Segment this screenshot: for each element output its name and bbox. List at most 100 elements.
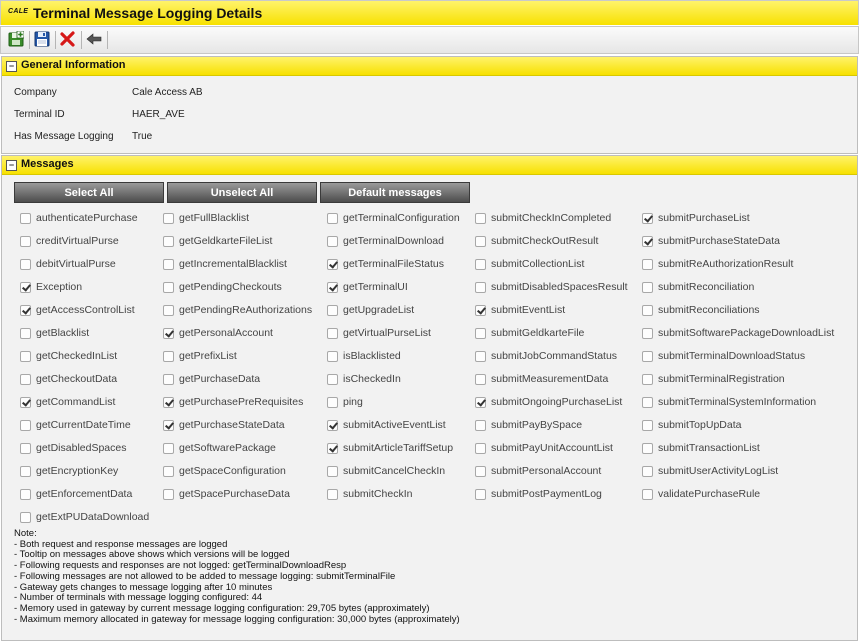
collapse-icon[interactable]: − — [6, 61, 17, 72]
message-option[interactable]: submitTransactionList — [642, 440, 760, 456]
message-option[interactable]: submitTerminalRegistration — [642, 371, 785, 387]
message-checkbox[interactable] — [475, 465, 486, 477]
message-checkbox[interactable] — [475, 304, 486, 316]
message-option[interactable]: getCurrentDateTime — [20, 417, 131, 433]
message-checkbox[interactable] — [327, 281, 338, 293]
message-option[interactable]: getSpacePurchaseData — [163, 486, 290, 502]
message-option[interactable]: getEncryptionKey — [20, 463, 118, 479]
message-checkbox[interactable] — [642, 350, 653, 362]
message-checkbox[interactable] — [163, 373, 174, 385]
message-option[interactable]: getAccessControlList — [20, 302, 135, 318]
message-option[interactable]: submitTerminalSystemInformation — [642, 394, 816, 410]
message-checkbox[interactable] — [20, 419, 31, 431]
message-checkbox[interactable] — [20, 212, 31, 224]
message-option[interactable]: submitActiveEventList — [327, 417, 446, 433]
message-checkbox[interactable] — [163, 304, 174, 316]
message-checkbox[interactable] — [327, 350, 338, 362]
message-checkbox[interactable] — [642, 281, 653, 293]
message-checkbox[interactable] — [163, 235, 174, 247]
message-checkbox[interactable] — [327, 373, 338, 385]
message-option[interactable]: getExtPUDataDownload — [20, 509, 149, 525]
message-checkbox[interactable] — [163, 350, 174, 362]
message-option[interactable]: submitOngoingPurchaseList — [475, 394, 622, 410]
message-option[interactable]: submitReconciliation — [642, 279, 754, 295]
message-option[interactable]: submitCheckInCompleted — [475, 210, 611, 226]
message-checkbox[interactable] — [163, 442, 174, 454]
message-checkbox[interactable] — [642, 373, 653, 385]
message-option[interactable]: submitEventList — [475, 302, 565, 318]
message-checkbox[interactable] — [327, 465, 338, 477]
message-option[interactable]: submitPostPaymentLog — [475, 486, 602, 502]
message-checkbox[interactable] — [642, 304, 653, 316]
message-option[interactable]: submitArticleTariffSetup — [327, 440, 453, 456]
message-option[interactable]: getUpgradeList — [327, 302, 414, 318]
message-checkbox[interactable] — [20, 373, 31, 385]
message-option[interactable]: getPurchaseData — [163, 371, 260, 387]
message-checkbox[interactable] — [475, 327, 486, 339]
message-checkbox[interactable] — [20, 396, 31, 408]
message-checkbox[interactable] — [20, 235, 31, 247]
message-option[interactable]: submitCollectionList — [475, 256, 584, 272]
message-option[interactable]: getGeldkarteFileList — [163, 233, 272, 249]
messages-header[interactable]: − Messages — [2, 156, 857, 175]
message-checkbox[interactable] — [475, 373, 486, 385]
message-option[interactable]: submitUserActivityLogList — [642, 463, 778, 479]
message-option[interactable]: getFullBlacklist — [163, 210, 249, 226]
general-information-header[interactable]: − General Information — [2, 57, 857, 76]
select-all-button[interactable]: Select All — [14, 182, 164, 203]
message-option[interactable]: getPurchasePreRequisites — [163, 394, 303, 410]
message-option[interactable]: validatePurchaseRule — [642, 486, 760, 502]
message-option[interactable]: getCheckoutData — [20, 371, 117, 387]
collapse-icon[interactable]: − — [6, 160, 17, 171]
message-option[interactable]: submitPersonalAccount — [475, 463, 601, 479]
message-option[interactable]: getTerminalDownload — [327, 233, 444, 249]
message-option[interactable]: submitPurchaseStateData — [642, 233, 780, 249]
message-option[interactable]: submitPayUnitAccountList — [475, 440, 613, 456]
message-option[interactable]: isBlacklisted — [327, 348, 401, 364]
message-checkbox[interactable] — [475, 235, 486, 247]
message-option[interactable]: creditVirtualPurse — [20, 233, 119, 249]
message-checkbox[interactable] — [642, 465, 653, 477]
message-checkbox[interactable] — [642, 419, 653, 431]
message-checkbox[interactable] — [642, 442, 653, 454]
save-icon[interactable] — [33, 30, 51, 48]
message-option[interactable]: submitPurchaseList — [642, 210, 750, 226]
message-checkbox[interactable] — [642, 396, 653, 408]
message-checkbox[interactable] — [20, 350, 31, 362]
message-checkbox[interactable] — [327, 419, 338, 431]
message-option[interactable]: submitReconciliations — [642, 302, 760, 318]
message-checkbox[interactable] — [20, 511, 31, 523]
message-checkbox[interactable] — [475, 488, 486, 500]
message-option[interactable]: getSoftwarePackage — [163, 440, 276, 456]
message-option[interactable]: submitPayBySpace — [475, 417, 582, 433]
message-checkbox[interactable] — [327, 488, 338, 500]
message-checkbox[interactable] — [163, 465, 174, 477]
message-checkbox[interactable] — [475, 258, 486, 270]
message-option[interactable]: getPrefixList — [163, 348, 237, 364]
message-checkbox[interactable] — [163, 419, 174, 431]
message-checkbox[interactable] — [163, 488, 174, 500]
default-messages-button[interactable]: Default messages — [320, 182, 470, 203]
message-option[interactable]: getCommandList — [20, 394, 115, 410]
message-checkbox[interactable] — [475, 396, 486, 408]
message-option[interactable]: getPersonalAccount — [163, 325, 273, 341]
message-option[interactable]: getPendingReAuthorizations — [163, 302, 312, 318]
message-option[interactable]: getVirtualPurseList — [327, 325, 431, 341]
message-option[interactable]: getCheckedInList — [20, 348, 117, 364]
message-option[interactable]: submitReAuthorizationResult — [642, 256, 793, 272]
message-option[interactable]: submitTerminalDownloadStatus — [642, 348, 805, 364]
message-checkbox[interactable] — [475, 212, 486, 224]
message-option[interactable]: submitCheckOutResult — [475, 233, 598, 249]
message-option[interactable]: getPurchaseStateData — [163, 417, 285, 433]
message-checkbox[interactable] — [475, 442, 486, 454]
message-checkbox[interactable] — [20, 442, 31, 454]
save-new-icon[interactable] — [7, 30, 25, 48]
unselect-all-button[interactable]: Unselect All — [167, 182, 317, 203]
message-checkbox[interactable] — [163, 327, 174, 339]
message-option[interactable]: isCheckedIn — [327, 371, 401, 387]
message-checkbox[interactable] — [642, 327, 653, 339]
message-checkbox[interactable] — [327, 442, 338, 454]
message-checkbox[interactable] — [642, 488, 653, 500]
message-checkbox[interactable] — [327, 212, 338, 224]
message-checkbox[interactable] — [20, 258, 31, 270]
